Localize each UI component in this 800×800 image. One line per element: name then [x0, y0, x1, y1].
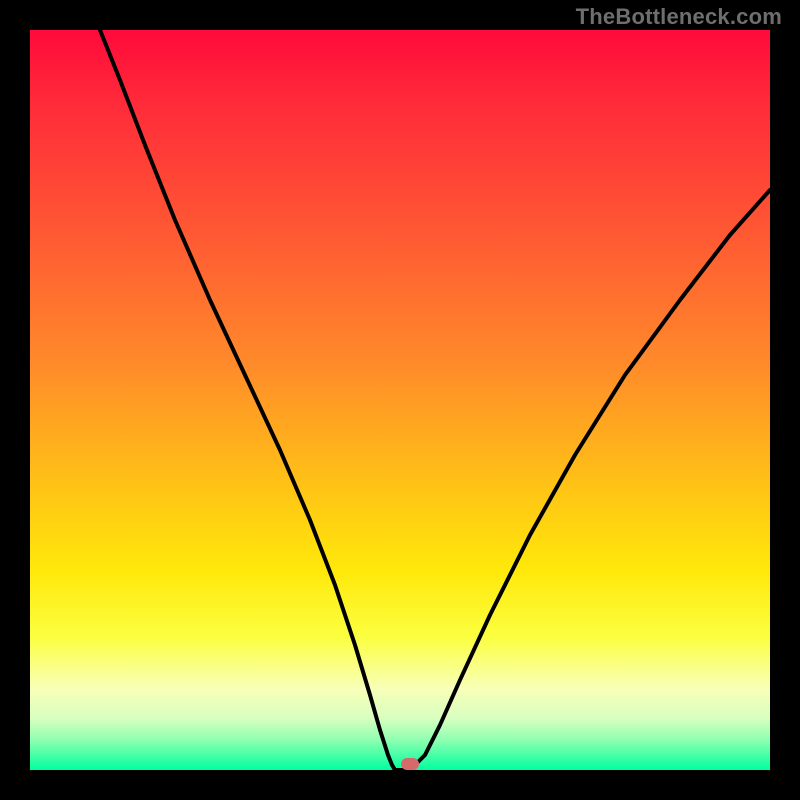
watermark-text: TheBottleneck.com — [576, 4, 782, 30]
min-marker — [401, 758, 419, 770]
plot-area — [30, 30, 770, 770]
bottleneck-curve — [30, 30, 770, 770]
chart-frame: TheBottleneck.com — [0, 0, 800, 800]
curve-path — [100, 30, 770, 770]
